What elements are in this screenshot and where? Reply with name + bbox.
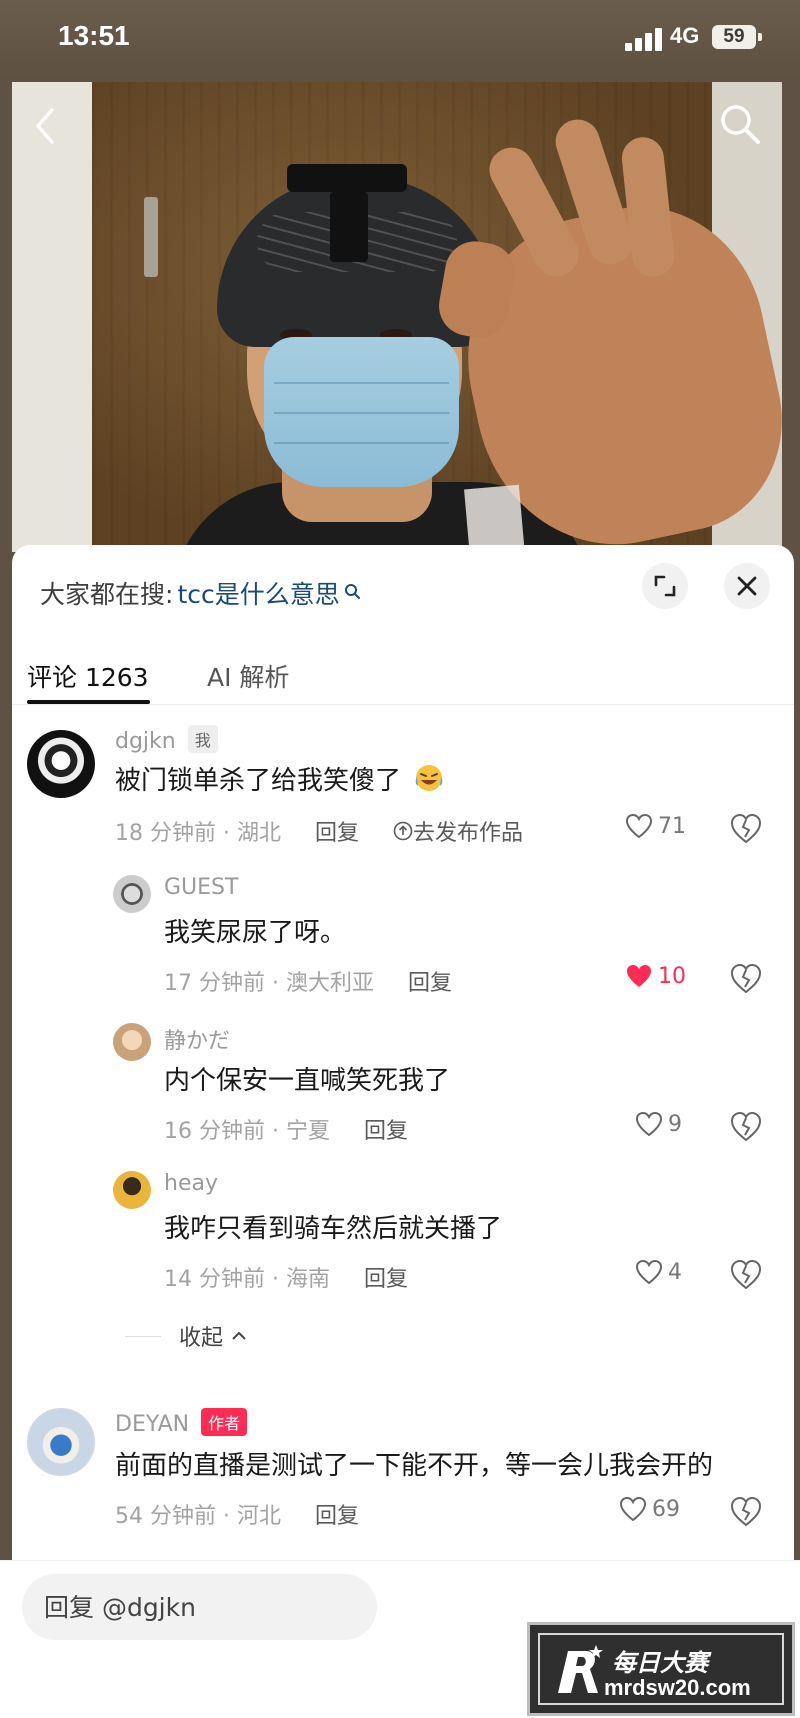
avatar[interactable] <box>113 1023 151 1061</box>
heart-icon <box>635 1259 663 1285</box>
dislike-icon[interactable] <box>729 1495 763 1529</box>
hot-search-prefix: 大家都在搜: <box>40 580 174 609</box>
like-button[interactable]: 71 <box>624 812 686 840</box>
helmet-camera <box>287 164 407 192</box>
comment-text-content: 被门锁单杀了给我笑傻了 <box>115 766 402 796</box>
like-count: 10 <box>658 963 686 989</box>
expand-icon <box>654 575 676 597</box>
comment-meta: 16 分钟前 · 宁夏 回复 <box>164 1113 408 1145</box>
comment-time-location: 14 分钟前 · 海南 <box>164 1267 330 1292</box>
heart-icon <box>619 1496 647 1522</box>
comment-time-location: 54 分钟前 · 河北 <box>115 1504 281 1529</box>
tab-ai-analysis[interactable]: AI 解析 <box>207 658 289 694</box>
comment-meta: 17 分钟前 · 澳大利亚 回复 <box>164 965 452 997</box>
heart-filled-icon <box>627 965 651 987</box>
reply-button[interactable]: 回复 <box>315 815 359 847</box>
publish-work-button[interactable]: 去发布作品 <box>393 815 523 847</box>
heart-icon <box>625 813 653 839</box>
comment-meta: 14 分钟前 · 海南 回复 <box>164 1261 408 1293</box>
heart-icon <box>635 1111 663 1137</box>
avatar[interactable] <box>113 1171 151 1209</box>
comment-username[interactable]: dgjkn 我 <box>115 725 218 754</box>
reply-button[interactable]: 回复 <box>364 1261 408 1293</box>
comment-text: 我咋只看到骑车然后就关播了 <box>164 1214 503 1244</box>
mask-fold <box>274 442 449 444</box>
avatar[interactable] <box>27 1408 95 1476</box>
dislike-icon[interactable] <box>729 1110 763 1144</box>
reply-button[interactable]: 回复 <box>315 1498 359 1530</box>
like-button[interactable]: 10 <box>624 962 686 990</box>
mask-fold <box>274 412 449 414</box>
avatar[interactable] <box>27 730 95 798</box>
search-icon[interactable] <box>718 102 762 146</box>
tab-comments[interactable]: 评论 1263 <box>27 658 149 694</box>
hot-search-bar[interactable]: 大家都在搜: tcc是什么意思 <box>40 575 362 611</box>
dislike-icon[interactable] <box>729 962 763 996</box>
close-icon <box>737 576 757 596</box>
reply-button[interactable]: 回复 <box>408 965 452 997</box>
comment-username[interactable]: DEYAN 作者 <box>115 1408 248 1437</box>
watermark: 每日大赛 mrdsw20.com <box>527 1622 795 1716</box>
video-player[interactable] <box>12 82 782 552</box>
publish-label: 去发布作品 <box>412 821 523 846</box>
like-count: 71 <box>658 813 686 839</box>
expand-button[interactable] <box>642 563 688 609</box>
dislike-icon[interactable] <box>729 812 763 846</box>
comment-username[interactable]: heay <box>164 1171 218 1196</box>
collapse-label: 收起 <box>179 1326 224 1351</box>
dislike-icon[interactable] <box>729 1258 763 1292</box>
mask-fold <box>274 382 449 384</box>
comment-text: 被门锁单杀了给我笑傻了 <box>115 760 445 797</box>
door-sticker <box>464 484 525 552</box>
comment-time-location: 17 分钟前 · 澳大利亚 <box>164 971 374 996</box>
watermark-url: mrdsw20.com <box>604 1675 751 1700</box>
like-count: 69 <box>652 1496 680 1522</box>
comment-text: 前面的直播是测试了一下能不开，等一会儿我会开的 <box>115 1451 714 1481</box>
status-bar: 13:51 4G 59 <box>0 0 800 80</box>
network-type: 4G <box>670 23 700 48</box>
watermark-frame: 每日大赛 mrdsw20.com <box>538 1633 784 1705</box>
upload-icon <box>393 821 413 841</box>
watermark-name: 每日大赛 <box>612 1649 708 1677</box>
chevron-up-icon <box>232 1331 246 1340</box>
like-button[interactable]: 9 <box>634 1110 682 1138</box>
signal-icon <box>625 27 665 51</box>
like-count: 9 <box>668 1111 682 1137</box>
collapse-replies-button[interactable]: 收起 <box>125 1320 249 1352</box>
comment-text: 内个保安一直喊笑死我了 <box>164 1066 451 1096</box>
comment-username[interactable]: GUEST <box>164 875 238 900</box>
self-tag: 我 <box>187 725 218 753</box>
like-button[interactable]: 4 <box>634 1258 682 1286</box>
comment-username[interactable]: 静かだ <box>164 1023 230 1055</box>
reply-button[interactable]: 回复 <box>364 1113 408 1145</box>
comment-meta: 18 分钟前 · 湖北 回复 去发布作品 <box>115 815 523 847</box>
reply-input[interactable] <box>22 1574 377 1640</box>
door-hinge <box>144 197 158 277</box>
comment-sheet: 大家都在搜: tcc是什么意思 评论 1263 AI 解析 dgjkn 我 被门锁… <box>12 545 794 1718</box>
comment-text: 我笑尿尿了呀。 <box>164 918 347 948</box>
author-tag: 作者 <box>201 1408 248 1436</box>
comment-time-location: 18 分钟前 · 湖北 <box>115 821 281 846</box>
comment-meta: 54 分钟前 · 河北 回复 <box>115 1498 359 1530</box>
active-tab-indicator <box>27 700 150 704</box>
battery-icon: 59 <box>712 25 762 49</box>
status-time: 13:51 <box>58 20 130 51</box>
search-icon <box>344 584 360 599</box>
avatar[interactable] <box>113 875 151 913</box>
watermark-logo-icon <box>558 1645 603 1693</box>
helmet-camera-mount <box>330 192 368 262</box>
comment-time-location: 16 分钟前 · 宁夏 <box>164 1119 330 1144</box>
like-button[interactable]: 69 <box>618 1495 680 1523</box>
close-button[interactable] <box>724 563 770 609</box>
username-text: DEYAN <box>115 1412 190 1437</box>
like-count: 4 <box>668 1259 682 1285</box>
hot-search-keyword[interactable]: tcc是什么意思 <box>177 575 339 611</box>
comment-tabs: 评论 1263 AI 解析 <box>12 630 794 705</box>
username-text: dgjkn <box>115 729 176 754</box>
divider <box>125 1335 161 1337</box>
laughing-crying-emoji-icon <box>415 765 443 791</box>
chevron-left-icon[interactable] <box>30 106 60 146</box>
